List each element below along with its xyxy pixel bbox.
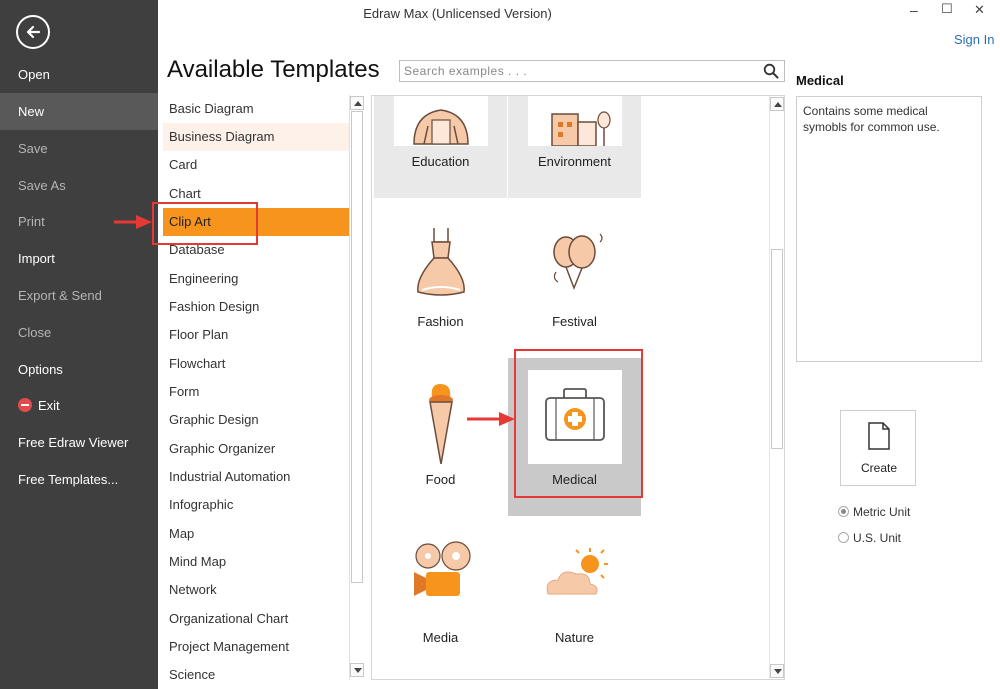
template-media[interactable]: Media bbox=[374, 516, 507, 674]
film-camera-icon bbox=[414, 541, 471, 596]
sun-cloud-icon bbox=[546, 548, 608, 595]
category-industrial-automation[interactable]: Industrial Automation bbox=[163, 463, 349, 491]
sidebar-item-close[interactable]: Close bbox=[0, 314, 158, 351]
template-detail-title: Medical bbox=[796, 73, 844, 88]
template-label: Environment bbox=[538, 154, 611, 169]
grid-scroll-thumb[interactable] bbox=[771, 249, 783, 449]
template-thumbnail bbox=[528, 96, 622, 147]
category-flowchart[interactable]: Flowchart bbox=[163, 350, 349, 378]
category-scrollbar[interactable] bbox=[349, 95, 364, 680]
template-fashion[interactable]: Fashion bbox=[374, 200, 507, 358]
create-button[interactable]: Create bbox=[840, 410, 916, 486]
balloons-icon bbox=[553, 233, 603, 291]
category-organizational-chart[interactable]: Organizational Chart bbox=[163, 605, 349, 633]
sidebar-item-export-send[interactable]: Export & Send bbox=[0, 277, 158, 314]
template-thumbnail bbox=[394, 212, 488, 306]
sidebar-item-save-as[interactable]: Save As bbox=[0, 167, 158, 204]
search-input[interactable]: Search examples . . . bbox=[399, 60, 785, 82]
scroll-thumb[interactable] bbox=[351, 111, 363, 583]
category-business-diagram[interactable]: Business Diagram bbox=[163, 123, 349, 151]
annotation-arrow-icon bbox=[467, 412, 515, 426]
template-thumbnail bbox=[394, 96, 488, 146]
maximize-button[interactable]: ☐ bbox=[941, 1, 953, 17]
template-label: Education bbox=[411, 154, 470, 169]
us-unit-radio[interactable]: U.S. Unit bbox=[838, 531, 901, 545]
metric-unit-radio[interactable]: Metric Unit bbox=[838, 505, 910, 519]
triangle-up-icon bbox=[774, 102, 782, 107]
us-unit-label: U.S. Unit bbox=[853, 531, 902, 545]
annotation-box-medical bbox=[514, 349, 643, 498]
environment-icon bbox=[551, 111, 611, 147]
grid-scroll-down-button[interactable] bbox=[770, 664, 784, 678]
sidebar-item-exit-label: Exit bbox=[38, 398, 60, 413]
sidebar-item-options[interactable]: Options bbox=[0, 351, 158, 388]
template-label: Nature bbox=[554, 630, 595, 645]
template-label: Food bbox=[425, 472, 456, 487]
metric-unit-label: Metric Unit bbox=[853, 505, 911, 519]
sidebar-item-free-templates[interactable]: Free Templates... bbox=[0, 461, 158, 498]
category-mind-map[interactable]: Mind Map bbox=[163, 548, 349, 576]
search-icon[interactable] bbox=[763, 63, 779, 79]
triangle-down-icon bbox=[354, 668, 362, 673]
category-engineering[interactable]: Engineering bbox=[163, 265, 349, 293]
page-title: Available Templates bbox=[167, 56, 380, 83]
document-icon bbox=[868, 422, 890, 450]
template-label: Festival bbox=[552, 314, 597, 329]
sidebar-item-import[interactable]: Import bbox=[0, 240, 158, 277]
category-card[interactable]: Card bbox=[163, 151, 349, 179]
template-education[interactable]: Education bbox=[374, 96, 507, 198]
template-festival[interactable]: Festival bbox=[508, 200, 641, 358]
sign-in-link[interactable]: Sign In bbox=[954, 32, 994, 47]
arrow-left-icon bbox=[26, 25, 41, 39]
scroll-down-button[interactable] bbox=[350, 663, 364, 677]
category-project-management[interactable]: Project Management bbox=[163, 633, 349, 661]
sidebar-item-exit[interactable]: Exit bbox=[0, 387, 158, 424]
minimize-button[interactable]: – bbox=[910, 2, 918, 18]
category-network[interactable]: Network bbox=[163, 576, 349, 604]
template-thumbnail bbox=[528, 528, 622, 622]
template-grid-scrollbar[interactable] bbox=[769, 96, 784, 679]
education-icon bbox=[413, 109, 469, 145]
category-list: Basic Diagram Business Diagram Card Char… bbox=[163, 95, 366, 680]
category-graphic-design[interactable]: Graphic Design bbox=[163, 406, 349, 434]
radio-dot-unchecked bbox=[838, 532, 849, 543]
scroll-up-button[interactable] bbox=[350, 96, 364, 110]
template-label: Fashion bbox=[417, 314, 464, 329]
template-food[interactable]: Food bbox=[374, 358, 507, 516]
grid-scroll-up-button[interactable] bbox=[770, 97, 784, 111]
close-window-button[interactable]: ✕ bbox=[974, 2, 985, 18]
exit-icon bbox=[18, 398, 32, 412]
template-nature[interactable]: Nature bbox=[508, 516, 641, 674]
category-graphic-organizer[interactable]: Graphic Organizer bbox=[163, 435, 349, 463]
category-form[interactable]: Form bbox=[163, 378, 349, 406]
category-floor-plan[interactable]: Floor Plan bbox=[163, 321, 349, 349]
category-science[interactable]: Science bbox=[163, 661, 349, 680]
triangle-up-icon bbox=[354, 101, 362, 106]
template-description: Contains some medical symobls for common… bbox=[796, 96, 982, 362]
template-label: Media bbox=[422, 630, 459, 645]
category-basic-diagram[interactable]: Basic Diagram bbox=[163, 95, 349, 123]
category-map[interactable]: Map bbox=[163, 520, 349, 548]
radio-dot-checked bbox=[838, 506, 849, 517]
backstage-sidebar: Open New Save Save As Print Import Expor… bbox=[0, 0, 158, 689]
triangle-down-icon bbox=[774, 669, 782, 674]
create-button-label: Create bbox=[860, 461, 898, 475]
category-fashion-design[interactable]: Fashion Design bbox=[163, 293, 349, 321]
window-title: Edraw Max (Unlicensed Version) bbox=[363, 6, 552, 21]
search-placeholder: Search examples . . . bbox=[404, 64, 528, 78]
annotation-arrow-icon bbox=[114, 215, 152, 229]
template-environment[interactable]: Environment bbox=[508, 96, 641, 198]
template-thumbnail bbox=[528, 212, 622, 306]
template-thumbnail bbox=[394, 528, 488, 622]
category-infographic[interactable]: Infographic bbox=[163, 491, 349, 519]
sidebar-item-free-edraw-viewer[interactable]: Free Edraw Viewer bbox=[0, 424, 158, 461]
annotation-box-clip-art bbox=[152, 202, 258, 245]
sidebar-item-save[interactable]: Save bbox=[0, 130, 158, 167]
sidebar-item-new[interactable]: New bbox=[0, 93, 158, 130]
dress-icon bbox=[417, 228, 465, 296]
sidebar-item-open[interactable]: Open bbox=[0, 56, 158, 93]
